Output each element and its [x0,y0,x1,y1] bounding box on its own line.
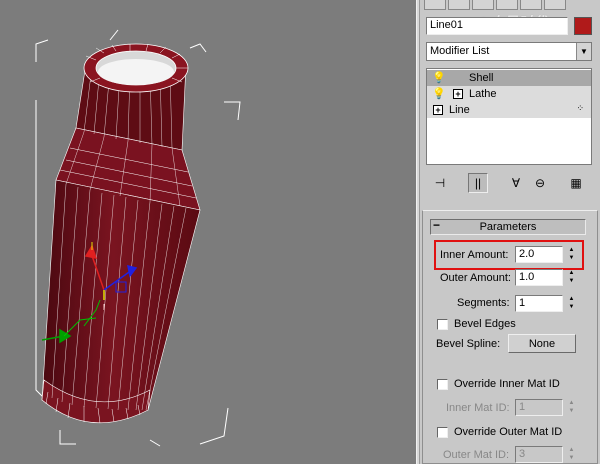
make-unique-icon[interactable]: ∀ [506,173,526,193]
bevel-edges-checkbox[interactable] [437,319,448,330]
rollout-title[interactable]: Parameters [430,219,586,235]
collapse-icon[interactable]: − [433,218,440,232]
show-end-result-icon[interactable]: || [468,173,488,193]
perspective-viewport[interactable] [0,0,416,464]
chevron-down-icon[interactable]: ▼ [576,43,591,60]
shell-bottle-model [35,29,241,447]
bevel-spline-pick-button[interactable]: None [508,334,576,353]
spinner-arrows[interactable]: ▲ ▼ [566,269,577,286]
remove-modifier-icon[interactable]: ⊖ [530,173,550,193]
inner-mat-id-label: Inner Mat ID: [446,402,510,414]
lightbulb-icon[interactable]: 💡 [432,87,446,101]
override-inner-mat-id-label: Override Inner Mat ID [454,378,560,390]
tab-utilities[interactable] [544,0,566,10]
stack-item-label: Lathe [469,88,497,100]
object-color-swatch[interactable] [574,17,592,35]
modifier-stack: 💡 Shell 💡 + Lathe + Line ⁘ [426,68,592,165]
tab-create[interactable] [424,0,446,10]
inner-mat-id-spinner[interactable]: 1 [515,399,563,416]
tab-hierarchy[interactable] [472,0,494,10]
stack-toolbar: ⊣ || ∀ ⊖ ▦ [426,171,592,195]
panel-tabs [420,0,600,12]
override-inner-mat-id-checkbox[interactable] [437,379,448,390]
modifier-list-label: Modifier List [430,45,490,57]
expand-icon[interactable]: + [453,89,463,99]
tab-modify[interactable] [448,0,470,10]
spinner-arrows[interactable]: ▲ ▼ [566,295,577,312]
stack-item-shell[interactable]: 💡 Shell [427,70,591,86]
tab-display[interactable] [520,0,542,10]
lightbulb-icon[interactable]: 💡 [432,71,446,85]
expand-icon[interactable]: + [433,105,443,115]
stack-item-label: Shell [469,72,494,84]
object-name-field[interactable]: Line01 [426,17,568,35]
outer-amount-label: Outer Amount: [440,272,511,284]
segments-spinner[interactable]: 1 [515,295,563,312]
segments-label: Segments: [457,297,510,309]
bevel-spline-label: Bevel Spline: [436,338,501,350]
configure-sets-icon[interactable]: ▦ [566,173,586,193]
override-outer-mat-id-checkbox[interactable] [437,427,448,438]
tab-motion[interactable] [496,0,518,10]
bevel-edges-label: Bevel Edges [454,318,516,330]
outer-mat-id-spinner[interactable]: 3 [515,446,563,463]
highlight-box [434,240,584,270]
rollout-title-label: Parameters [479,221,537,233]
stack-item-lathe[interactable]: 💡 + Lathe [427,86,591,102]
spinner-arrows[interactable]: ▲ ▼ [566,399,577,416]
sub-object-icon: ⁘ [576,103,585,113]
modifier-list-dropdown[interactable]: Modifier List ▼ [426,42,592,61]
stack-item-label: Line [449,104,470,116]
outer-mat-id-label: Outer Mat ID: [443,449,510,461]
stack-item-line[interactable]: + Line ⁘ [427,102,591,118]
pin-stack-icon[interactable]: ⊣ [430,173,450,193]
spinner-arrows[interactable]: ▲ ▼ [566,446,577,463]
override-outer-mat-id-label: Override Outer Mat ID [454,426,563,438]
outer-amount-spinner[interactable]: 1.0 [515,269,563,286]
